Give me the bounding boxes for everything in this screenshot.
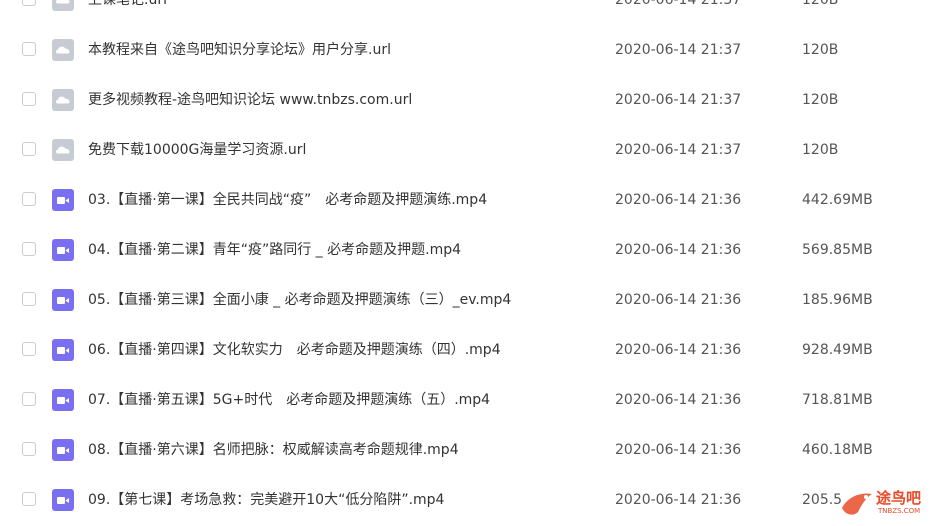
video-file-icon: [52, 439, 74, 461]
file-date: 2020-06-14 21:37: [615, 42, 742, 58]
file-date: 2020-06-14 21:37: [615, 142, 742, 158]
file-date: 2020-06-14 21:36: [615, 442, 742, 458]
file-row[interactable]: 07.【直播·第五课】5G+时代 必考命题及押题演练（五）.mp4 2020-06…: [0, 375, 942, 425]
watermark-text: 途鸟吧: [876, 489, 922, 507]
file-row[interactable]: 04.【直播·第二课】青年“疫”路同行 _ 必考命题及押题.mp4 2020-06…: [0, 225, 942, 275]
link-file-icon: [52, 0, 74, 11]
row-checkbox[interactable]: [22, 142, 36, 156]
file-list: 上课笔记.url 2020-06-14 21:37 120B 本教程来自《途鸟吧知识分…: [0, 0, 942, 525]
file-date: 2020-06-14 21:36: [615, 342, 742, 358]
row-checkbox[interactable]: [22, 442, 36, 456]
link-file-icon: [52, 89, 74, 111]
file-size: 442.69MB: [802, 192, 873, 208]
file-size: 120B: [802, 0, 839, 8]
file-date: 2020-06-14 21:37: [615, 0, 742, 8]
file-row[interactable]: 09.【第七课】考场急救：完美避开10大“低分陷阱”.mp4 2020-06-14…: [0, 475, 942, 525]
row-checkbox[interactable]: [22, 192, 36, 206]
file-date: 2020-06-14 21:36: [615, 492, 742, 508]
file-size: 205.5: [802, 492, 843, 508]
video-file-icon: [52, 489, 74, 511]
file-name[interactable]: 09.【第七课】考场急救：完美避开10大“低分陷阱”.mp4: [88, 489, 444, 511]
link-file-icon: [52, 39, 74, 61]
file-date: 2020-06-14 21:36: [615, 292, 742, 308]
video-file-icon: [52, 339, 74, 361]
video-file-icon: [52, 389, 74, 411]
link-file-icon: [52, 139, 74, 161]
file-size: 120B: [802, 142, 839, 158]
file-name[interactable]: 本教程来自《途鸟吧知识分享论坛》用户分享.url: [88, 39, 391, 61]
row-checkbox[interactable]: [22, 42, 36, 56]
row-checkbox[interactable]: [22, 492, 36, 506]
file-row[interactable]: 05.【直播·第三课】全面小康 _ 必考命题及押题演练（三）_ev.mp4 202…: [0, 275, 942, 325]
file-name[interactable]: 08.【直播·第六课】名师把脉：权威解读高考命题规律.mp4: [88, 439, 459, 461]
file-name[interactable]: 更多视频教程-途鸟吧知识论坛 www.tnbzs.com.url: [88, 89, 412, 111]
file-row[interactable]: 03.【直播·第一课】全民共同战“疫” 必考命题及押题演练.mp4 2020-06…: [0, 175, 942, 225]
row-checkbox[interactable]: [22, 242, 36, 256]
row-checkbox[interactable]: [22, 292, 36, 306]
file-row[interactable]: 本教程来自《途鸟吧知识分享论坛》用户分享.url 2020-06-14 21:37…: [0, 25, 942, 75]
file-row[interactable]: 08.【直播·第六课】名师把脉：权威解读高考命题规律.mp4 2020-06-14…: [0, 425, 942, 475]
file-size: 120B: [802, 92, 839, 108]
file-name[interactable]: 06.【直播·第四课】文化软实力 必考命题及押题演练（四）.mp4: [88, 339, 501, 361]
video-file-icon: [52, 189, 74, 211]
file-date: 2020-06-14 21:36: [615, 392, 742, 408]
video-file-icon: [52, 289, 74, 311]
file-size: 569.85MB: [802, 242, 873, 258]
file-date: 2020-06-14 21:36: [615, 242, 742, 258]
file-size: 928.49MB: [802, 342, 873, 358]
watermark-subtext: TNBZS.COM: [878, 507, 921, 515]
file-size: 120B: [802, 42, 839, 58]
file-size: 460.18MB: [802, 442, 873, 458]
row-checkbox[interactable]: [22, 0, 36, 6]
file-name[interactable]: 上课笔记.url: [88, 0, 167, 11]
row-checkbox[interactable]: [22, 342, 36, 356]
watermark-logo: 途鸟吧 TNBZS.COM: [838, 486, 938, 522]
file-row[interactable]: 上课笔记.url 2020-06-14 21:37 120B: [0, 0, 942, 25]
file-date: 2020-06-14 21:37: [615, 92, 742, 108]
file-row[interactable]: 06.【直播·第四课】文化软实力 必考命题及押题演练（四）.mp4 2020-06…: [0, 325, 942, 375]
file-name[interactable]: 03.【直播·第一课】全民共同战“疫” 必考命题及押题演练.mp4: [88, 189, 487, 211]
bird-logo-icon: [842, 493, 872, 515]
file-row[interactable]: 更多视频教程-途鸟吧知识论坛 www.tnbzs.com.url 2020-06-…: [0, 75, 942, 125]
file-name[interactable]: 05.【直播·第三课】全面小康 _ 必考命题及押题演练（三）_ev.mp4: [88, 289, 511, 311]
row-checkbox[interactable]: [22, 92, 36, 106]
file-size: 718.81MB: [802, 392, 873, 408]
video-file-icon: [52, 239, 74, 261]
file-name[interactable]: 07.【直播·第五课】5G+时代 必考命题及押题演练（五）.mp4: [88, 389, 490, 411]
file-name[interactable]: 04.【直播·第二课】青年“疫”路同行 _ 必考命题及押题.mp4: [88, 239, 461, 261]
file-name[interactable]: 免费下载10000G海量学习资源.url: [88, 139, 306, 161]
file-size: 185.96MB: [802, 292, 873, 308]
file-date: 2020-06-14 21:36: [615, 192, 742, 208]
row-checkbox[interactable]: [22, 392, 36, 406]
file-row[interactable]: 免费下载10000G海量学习资源.url 2020-06-14 21:37 120B: [0, 125, 942, 175]
